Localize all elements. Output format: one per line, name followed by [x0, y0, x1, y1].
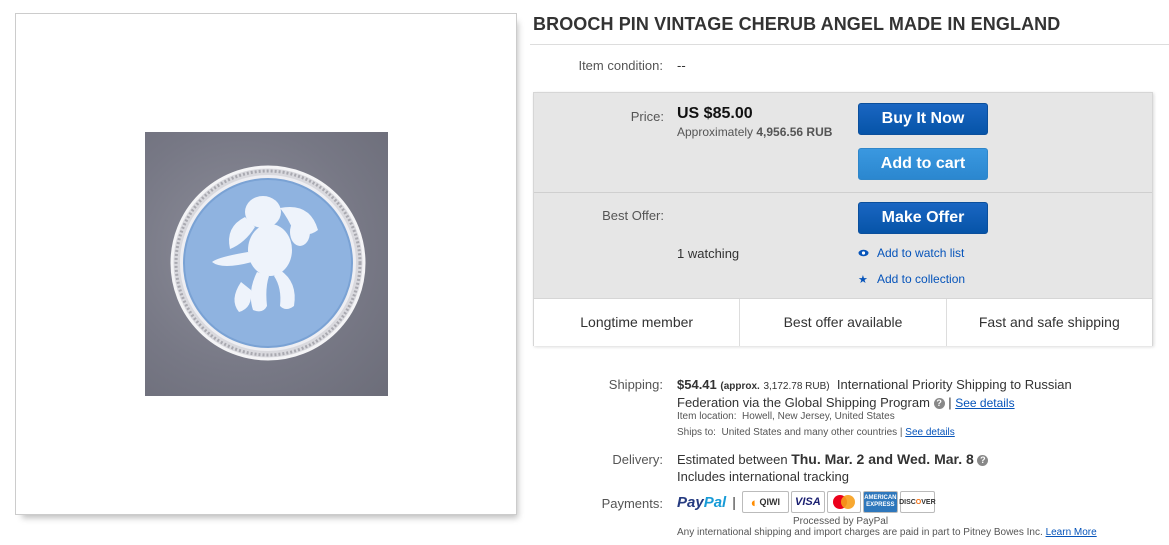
shipping-label: Shipping: — [608, 377, 663, 392]
help-icon[interactable]: ? — [933, 398, 945, 410]
buy-it-now-button[interactable]: Buy It Now — [858, 103, 988, 135]
delivery-tracking: Includes international tracking — [677, 469, 849, 484]
price-label: Price: — [630, 109, 664, 124]
delivery-label: Delivery: — [612, 452, 663, 467]
buy-box-divider — [534, 192, 1152, 193]
feature-strip: Longtime member Best offer available Fas… — [534, 298, 1152, 346]
product-photo[interactable] — [145, 132, 388, 396]
discover-logo: DISC O VER — [899, 491, 936, 513]
buy-box: Price: US $85.00 Approximately 4,956.56 … — [533, 92, 1153, 346]
delivery-range: Thu. Mar. 2 and Wed. Mar. 8 — [791, 451, 974, 467]
watch-list-label[interactable]: Add to watch list — [877, 246, 964, 260]
feature-best-offer: Best offer available — [740, 299, 947, 346]
mastercard-logo — [826, 491, 861, 513]
item-location-value: Howell, New Jersey, United States — [742, 411, 895, 422]
add-to-cart-button[interactable]: Add to cart — [858, 148, 988, 180]
condition-label: Item condition: — [578, 58, 663, 73]
pitney-bowes-text: Any international shipping and import ch… — [677, 527, 1043, 538]
amex-logo: AMERICAN EXPRESS — [862, 491, 898, 513]
ships-to-value: United States and many other countries — [721, 427, 898, 438]
collection-label[interactable]: Add to collection — [877, 272, 965, 286]
pitney-bowes-note: Any international shipping and import ch… — [677, 527, 1097, 538]
listing-title: BROOCH PIN VINTAGE CHERUB ANGEL MADE IN … — [533, 14, 1061, 34]
shipping-service: International Priority Shipping to Russi… — [836, 377, 1072, 392]
best-offer-label: Best Offer: — [602, 208, 664, 223]
add-to-watch-list-link[interactable]: Add to watch list — [858, 246, 964, 260]
price-approx: Approximately 4,956.56 RUB — [677, 125, 832, 139]
visa-logo: VISA — [790, 491, 825, 513]
price-approx-value: 4,956.56 RUB — [756, 125, 833, 139]
shipping-service-line2: Federation via the Global Shipping Progr… — [677, 395, 930, 410]
star-icon: ★ — [858, 274, 868, 286]
item-location-label: Item location: — [677, 411, 737, 422]
shipping-details: $54.41 (approx. 3,172.78 RUB) Internatio… — [677, 377, 1072, 410]
make-offer-button[interactable]: Make Offer — [858, 202, 988, 234]
delivery-prefix: Estimated between — [677, 452, 788, 467]
shipping-cost: $54.41 — [677, 377, 717, 392]
delivery-details: Estimated between Thu. Mar. 2 and Wed. M… — [677, 451, 989, 485]
qiwi-logo: ◐ QIWI — [741, 491, 789, 513]
price-value: US $85.00 — [677, 105, 753, 122]
shipping-approx: (approx. — [720, 381, 760, 392]
ships-to: Ships to: United States and many other c… — [677, 427, 955, 438]
product-image-frame[interactable] — [15, 13, 517, 515]
add-to-collection-link[interactable]: ★ Add to collection — [858, 272, 965, 286]
learn-more-link[interactable]: Learn More — [1046, 527, 1097, 538]
payment-separator: | — [732, 494, 736, 510]
feature-longtime-member: Longtime member — [534, 299, 741, 346]
eye-icon — [858, 248, 870, 260]
processed-by-paypal: Processed by PayPal — [793, 516, 889, 527]
ships-to-label: Ships to: — [677, 427, 716, 438]
title-divider — [530, 44, 1169, 45]
watching-count: 1 watching — [677, 246, 740, 261]
shipping-approx-value: 3,172.78 RUB) — [763, 381, 830, 392]
paypal-logo: PayPal — [677, 493, 727, 511]
ships-to-see-details-link[interactable]: See details — [905, 427, 954, 438]
help-icon[interactable]: ? — [977, 455, 989, 467]
payment-logos: PayPal | ◐ QIWI VISA AMERICAN EXPRESS DIS… — [677, 491, 937, 513]
item-location: Item location: Howell, New Jersey, Unite… — [677, 411, 895, 422]
payments-label: Payments: — [601, 496, 663, 511]
shipping-see-details-link[interactable]: See details — [955, 396, 1014, 410]
price-approx-prefix: Approximately — [677, 125, 754, 139]
condition-value: -- — [677, 58, 686, 73]
feature-fast-shipping: Fast and safe shipping — [978, 314, 1120, 330]
